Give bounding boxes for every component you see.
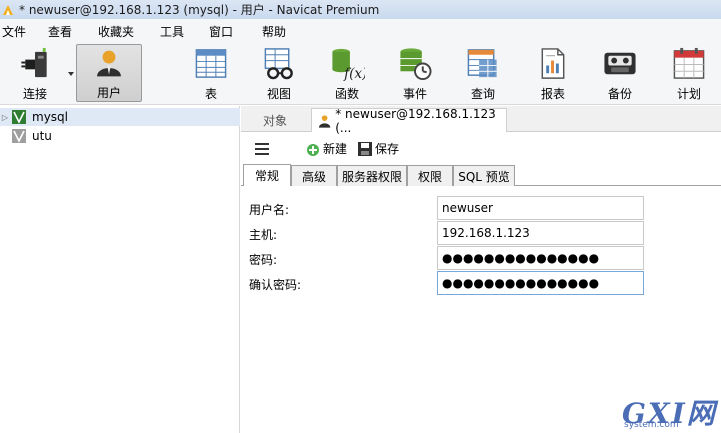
toolbar-view-label: 视图: [266, 87, 291, 101]
password-label: 密码:: [249, 253, 278, 267]
toolbar-event-label: 事件: [402, 87, 427, 101]
toolbar-query-button[interactable]: 查询: [450, 44, 516, 102]
tab-server-privileges[interactable]: 服务器权限: [337, 165, 407, 186]
window-title: * newuser@192.168.1.123 (mysql) - 用户 - N…: [19, 3, 380, 17]
host-row: 主机: 192.168.1.123: [249, 221, 719, 245]
expand-arrow-icon[interactable]: ▷: [0, 113, 10, 122]
menu-tools[interactable]: 工具: [160, 23, 184, 40]
save-button-label: 保存: [375, 142, 400, 156]
confirm-password-label: 确认密码:: [249, 278, 302, 292]
toolbar-user-button[interactable]: 用户: [76, 44, 142, 102]
username-field[interactable]: newuser: [437, 196, 644, 220]
toolbar-connect-label: 连接: [22, 87, 47, 101]
function-icon: f(x): [332, 48, 365, 81]
query-icon: [467, 49, 497, 78]
main-toolbar: 连接 用户 表 视图 f(x): [0, 41, 721, 105]
plug-icon: [21, 47, 47, 78]
watermark-site: system.com: [624, 420, 679, 430]
title-bar: * newuser@192.168.1.123 (mysql) - 用户 - N…: [0, 0, 721, 19]
connection-label: utu: [32, 129, 52, 143]
connection-mysql[interactable]: ▷ mysql: [0, 108, 240, 126]
table-icon: [195, 49, 227, 78]
connection-navigator: ▷ mysql utu: [0, 106, 240, 433]
tab-sql-preview[interactable]: SQL 预览: [453, 165, 515, 186]
new-button[interactable]: 新建: [305, 140, 347, 157]
menu-help[interactable]: 帮助: [262, 23, 286, 40]
toolbar-schedule-button[interactable]: 计划: [656, 44, 721, 102]
save-icon: [358, 141, 372, 156]
host-label: 主机:: [249, 228, 278, 242]
disconnected-connection-icon: [12, 129, 26, 143]
toolbar-event-button[interactable]: 事件: [382, 44, 448, 102]
connection-utu[interactable]: utu: [0, 127, 240, 145]
username-label: 用户名:: [249, 203, 290, 217]
add-icon: [307, 143, 319, 156]
tab-privileges[interactable]: 权限: [407, 165, 453, 186]
save-button[interactable]: 保存: [357, 140, 399, 157]
toolbar-backup-button[interactable]: 备份: [587, 44, 653, 102]
username-row: 用户名: newuser: [249, 196, 719, 220]
tab-general[interactable]: 常规: [243, 164, 291, 186]
toolbar-backup-label: 备份: [607, 87, 632, 101]
site-watermark: GXI网 system.com: [622, 392, 718, 430]
toolbar-table-label: 表: [204, 87, 217, 101]
menu-view[interactable]: 查看: [48, 23, 72, 40]
menu-bar: 文件 查看 收藏夹 工具 窗口 帮助: [0, 19, 721, 41]
tab-user-editor-label: * newuser@192.168.1.123 (...: [335, 106, 496, 135]
schedule-icon: [673, 47, 705, 79]
confirm-password-field[interactable]: ●●●●●●●●●●●●●●●: [437, 271, 644, 295]
editor-pane: 对象 * newuser@192.168.1.123 (... 新建 保存 常规…: [241, 106, 721, 433]
confirm-password-row: 确认密码: ●●●●●●●●●●●●●●●: [249, 271, 719, 295]
password-row: 密码: ●●●●●●●●●●●●●●●: [249, 246, 719, 270]
host-field[interactable]: 192.168.1.123: [437, 221, 644, 245]
password-field[interactable]: ●●●●●●●●●●●●●●●: [437, 246, 644, 270]
toolbar-view-button[interactable]: 视图: [246, 44, 312, 102]
document-tabs: 对象 * newuser@192.168.1.123 (...: [241, 106, 721, 135]
event-icon: [400, 48, 432, 81]
connect-dropdown-arrow[interactable]: [68, 72, 74, 76]
toolbar-connect-button[interactable]: 连接: [2, 44, 68, 102]
svg-text:f(x): f(x): [343, 66, 365, 81]
user-property-tabs: 常规 高级 服务器权限 权限 SQL 预览: [241, 164, 721, 186]
menu-file[interactable]: 文件: [2, 23, 26, 40]
toolbar-table-button[interactable]: 表: [178, 44, 244, 102]
toolbar-function-label: 函数: [334, 87, 359, 101]
connected-connection-icon: [12, 110, 26, 124]
user-icon: [97, 50, 121, 77]
menu-favorites[interactable]: 收藏夹: [98, 23, 134, 40]
navicat-app-icon: [3, 4, 13, 15]
toolbar-schedule-label: 计划: [676, 87, 701, 101]
user-icon: [318, 114, 331, 128]
tab-objects[interactable]: 对象: [241, 108, 309, 132]
toolbar-report-button[interactable]: 报表: [520, 44, 586, 102]
menu-icon[interactable]: [255, 143, 269, 155]
toolbar-function-button[interactable]: f(x) 函数: [314, 44, 380, 102]
new-button-label: 新建: [323, 142, 348, 156]
tab-advanced[interactable]: 高级: [291, 165, 337, 186]
object-toolbar: 新建 保存: [241, 136, 721, 162]
toolbar-query-label: 查询: [470, 87, 495, 101]
connection-label: mysql: [32, 110, 68, 124]
view-icon: [264, 48, 293, 80]
menu-window[interactable]: 窗口: [209, 23, 233, 40]
toolbar-report-label: 报表: [540, 87, 565, 101]
tab-user-editor[interactable]: * newuser@192.168.1.123 (...: [311, 106, 507, 135]
toolbar-user-label: 用户: [96, 86, 121, 100]
backup-icon: [604, 52, 636, 75]
report-icon: [541, 48, 565, 79]
